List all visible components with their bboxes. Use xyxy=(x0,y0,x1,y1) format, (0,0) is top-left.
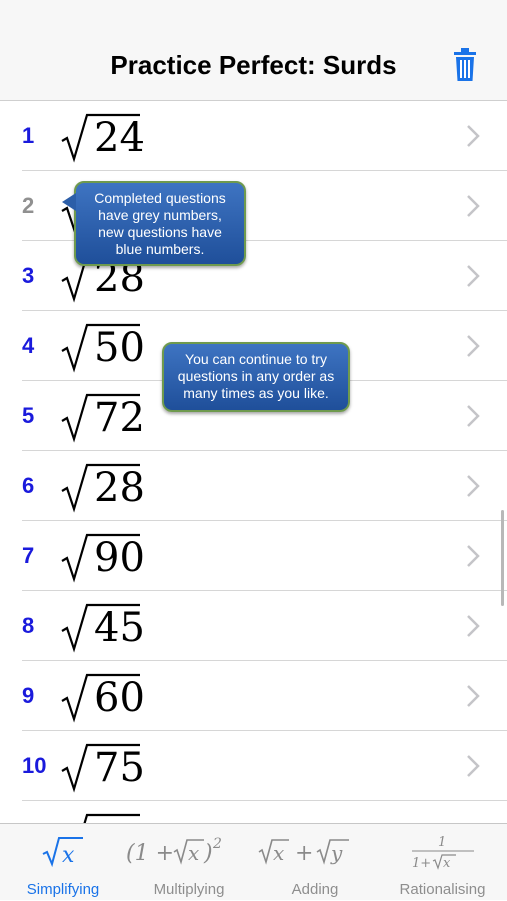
question-number: 1 xyxy=(22,123,35,148)
chevron-right-icon xyxy=(467,685,480,707)
radicand: 50 xyxy=(94,325,145,371)
question-row[interactable]: 8 45 xyxy=(0,591,507,661)
question-row[interactable]: 10 75 xyxy=(0,731,507,801)
surd-expression: 50 xyxy=(60,315,160,377)
tooltip-text: You can continue to try questions in any… xyxy=(177,351,335,401)
navigation-bar: Practice Perfect: Surds xyxy=(0,0,507,101)
svg-text:+: + xyxy=(295,841,313,866)
chevron-right-icon xyxy=(467,335,480,357)
sqrt-x-icon: x xyxy=(0,834,126,875)
tab-label: Rationalising xyxy=(399,881,486,898)
svg-text:2: 2 xyxy=(212,836,222,852)
trash-icon[interactable] xyxy=(451,48,479,82)
surd-expression: 90 xyxy=(60,525,160,587)
radicand: 75 xyxy=(94,745,145,791)
chevron-right-icon xyxy=(467,195,480,217)
sqrt-icon xyxy=(83,813,140,823)
chevron-right-icon xyxy=(467,125,480,147)
svg-text:): ) xyxy=(203,841,213,866)
chevron-right-icon xyxy=(467,615,480,637)
radicand: 60 xyxy=(94,675,145,721)
radicand: 72 xyxy=(94,395,145,441)
tab-simplifying[interactable]: x Simplifying xyxy=(0,824,126,901)
tab-label: Multiplying xyxy=(153,881,225,898)
tooltip-text: Completed questions have grey numbers, n… xyxy=(94,190,226,257)
question-number: 2 xyxy=(22,193,35,218)
radicand: 90 xyxy=(94,535,145,581)
question-row[interactable]: 1 24 xyxy=(0,101,507,171)
svg-text:(1 +: (1 + xyxy=(126,841,174,866)
svg-text:x: x xyxy=(443,856,451,871)
surd-expression: 45 xyxy=(60,595,160,657)
surd-expression: 72 xyxy=(60,385,160,447)
surd-expression: 75 xyxy=(60,735,160,797)
question-number: 10 xyxy=(22,753,47,778)
svg-text:x: x xyxy=(273,841,284,865)
page-title: Practice Perfect: Surds xyxy=(110,50,397,80)
tab-bar: x Simplifying (1 + x ) 2 Multiplying x +… xyxy=(0,823,507,900)
tab-adding[interactable]: x + y Adding xyxy=(252,824,378,901)
question-number: 8 xyxy=(22,613,35,638)
radicand: 45 xyxy=(94,605,145,651)
radicand: 28 xyxy=(94,465,145,511)
multiply-surds-icon: (1 + x ) 2 xyxy=(126,834,252,877)
chevron-right-icon xyxy=(467,545,480,567)
surd-expression: 28 xyxy=(60,455,160,517)
tooltip-arrow xyxy=(62,193,76,211)
svg-text:y: y xyxy=(330,841,343,865)
radicand: 24 xyxy=(94,115,145,161)
tooltip-order: You can continue to try questions in any… xyxy=(162,342,350,412)
add-surds-icon: x + y xyxy=(252,834,378,877)
question-number: 6 xyxy=(22,473,35,498)
svg-text:1+: 1+ xyxy=(412,856,431,871)
surd-expression: 24 xyxy=(60,105,160,167)
surd-expression: 60 xyxy=(60,665,160,727)
svg-text:x: x xyxy=(188,841,199,865)
tab-label: Adding xyxy=(291,881,339,898)
question-number: 4 xyxy=(22,333,35,358)
question-number: 3 xyxy=(22,263,35,288)
question-row-partial[interactable] xyxy=(0,801,507,823)
question-row[interactable]: 9 60 xyxy=(0,661,507,731)
rationalise-icon: 1 1+ x xyxy=(378,834,507,881)
svg-text:x: x xyxy=(62,843,75,868)
question-number: 5 xyxy=(22,403,35,428)
question-row[interactable]: 6 28 xyxy=(0,451,507,521)
chevron-right-icon xyxy=(467,405,480,427)
question-number: 7 xyxy=(22,543,35,568)
tab-label: Simplifying xyxy=(26,881,100,898)
question-row[interactable]: 7 90 xyxy=(0,521,507,591)
tab-multiplying[interactable]: (1 + x ) 2 Multiplying xyxy=(126,824,252,901)
chevron-right-icon xyxy=(467,755,480,777)
question-number: 9 xyxy=(22,683,35,708)
svg-text:1: 1 xyxy=(438,835,446,850)
chevron-right-icon xyxy=(467,475,480,497)
scrollbar[interactable] xyxy=(501,510,504,606)
tooltip-number-colors: Completed questions have grey numbers, n… xyxy=(62,181,246,266)
tab-rationalising[interactable]: 1 1+ x Rationalising xyxy=(378,824,507,901)
chevron-right-icon xyxy=(467,265,480,287)
